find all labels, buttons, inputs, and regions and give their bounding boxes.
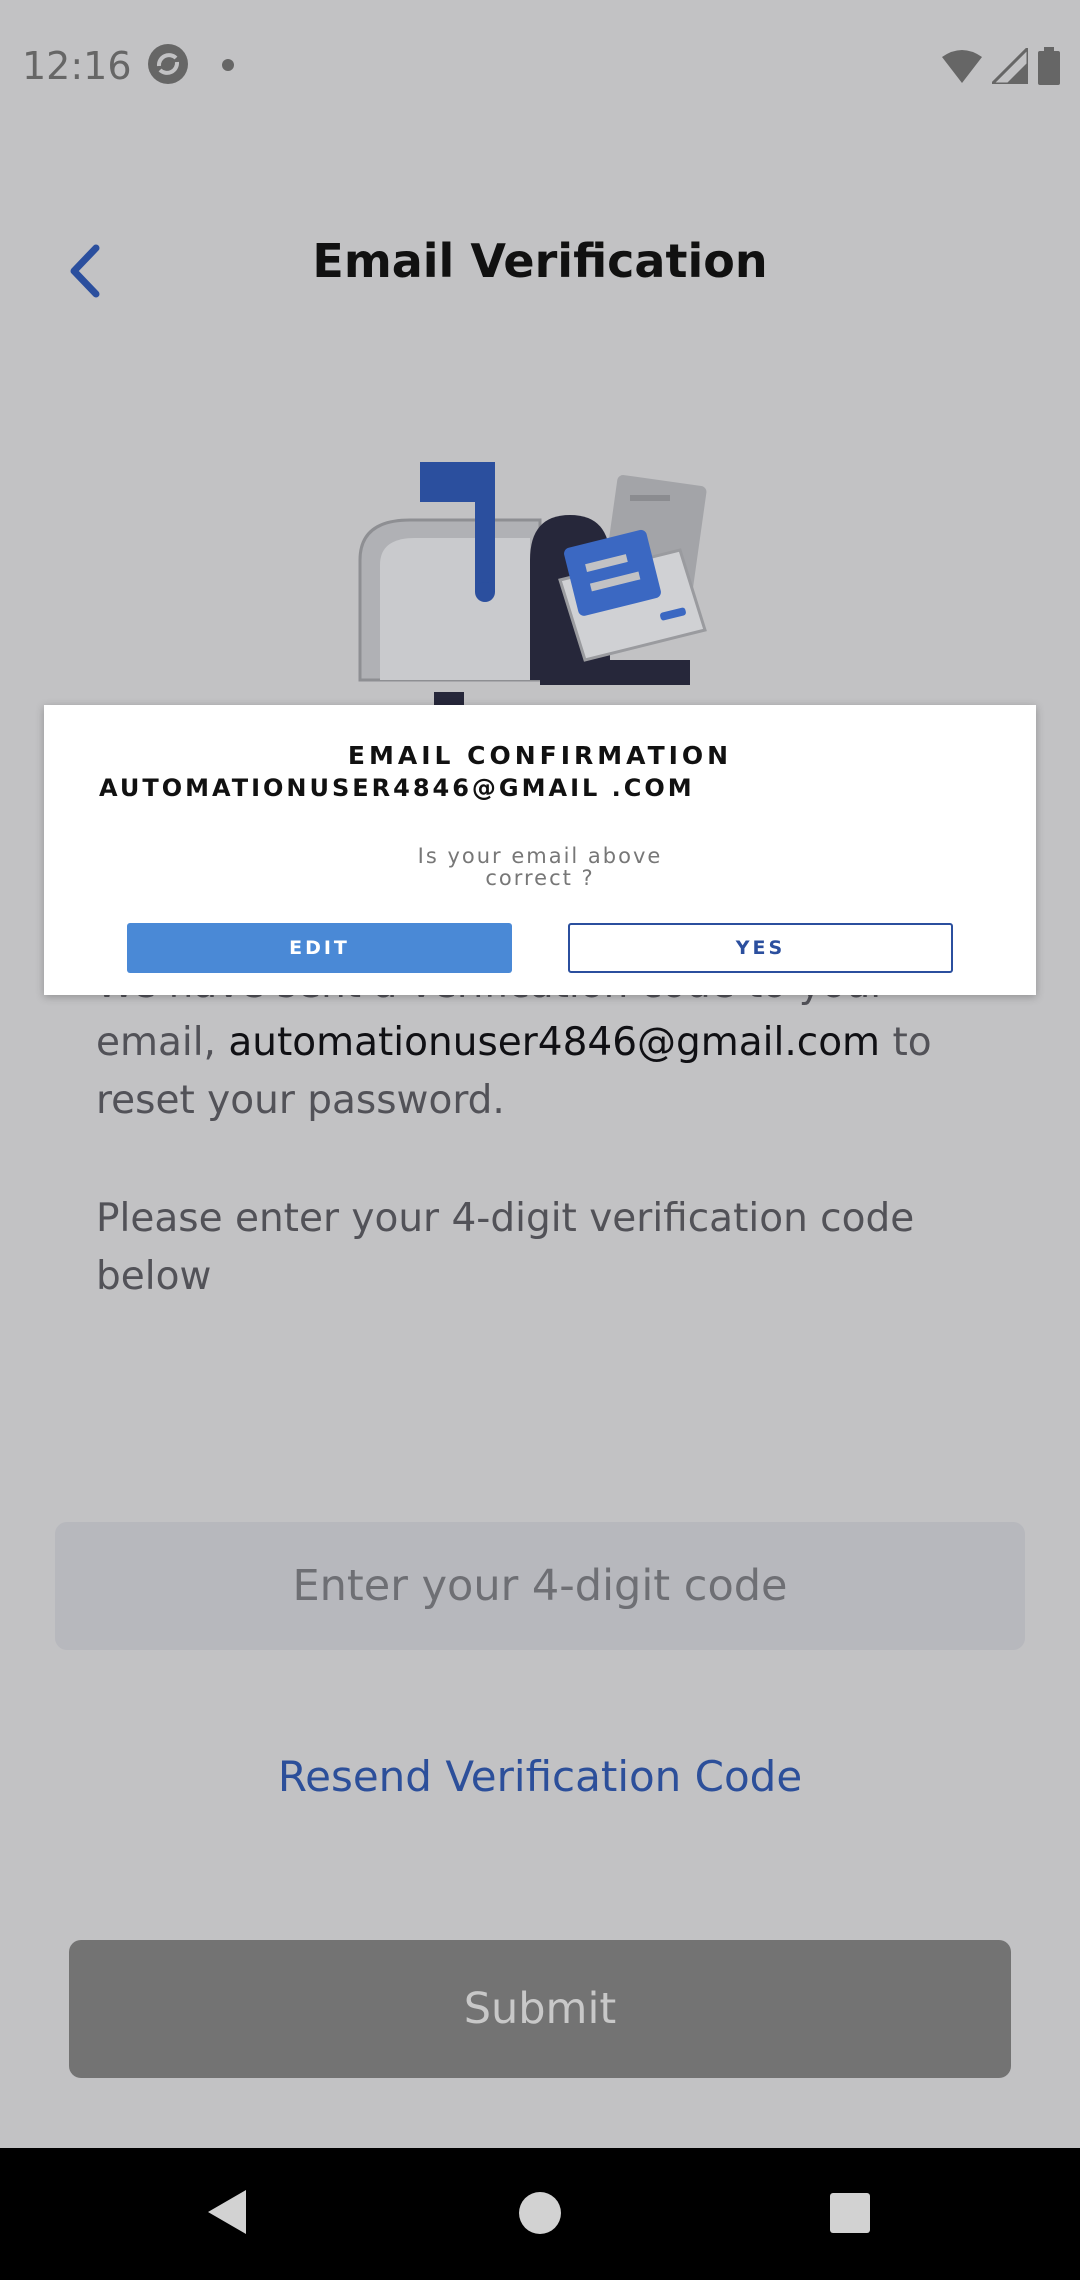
status-bar: 12:16 [0, 0, 1080, 134]
email-address: automationuser4846@gmail.com [228, 1020, 881, 1065]
notification-dot-icon [222, 59, 234, 71]
edit-button[interactable]: EDIT [127, 923, 512, 973]
submit-button[interactable]: Submit [69, 1940, 1011, 2078]
nav-recents-icon[interactable] [830, 2193, 870, 2233]
app-header: Email Verification [0, 220, 1080, 320]
dialog-question: Is your email above correct ? [44, 845, 1036, 889]
signal-icon [992, 48, 1028, 84]
dialog-question-text: Is your email above correct ? [417, 844, 663, 890]
verification-code-input[interactable]: Enter your 4-digit code [55, 1522, 1025, 1650]
dialog-title: EMAIL CONFIRMATION [347, 741, 733, 770]
nav-home-icon[interactable] [519, 2192, 561, 2234]
resend-code-link[interactable]: Resend Verification Code [0, 1752, 1080, 1801]
mailbox-illustration [358, 462, 707, 720]
sync-icon [148, 44, 188, 84]
status-time: 12:16 [22, 44, 132, 88]
code-instruction-text: Please enter your 4-digit verification c… [96, 1196, 915, 1299]
nav-back-icon[interactable] [204, 2188, 248, 2236]
dialog-email: AUTOMATIONUSER4846@GMAIL .COM [99, 774, 695, 802]
status-icons [942, 46, 1060, 86]
page-title: Email Verification [312, 234, 768, 288]
system-nav-bar [0, 2148, 1080, 2280]
wifi-icon [942, 50, 982, 83]
email-confirmation-dialog: EMAIL CONFIRMATION AUTOMATIONUSER4846@GM… [44, 705, 1036, 995]
battery-icon [1038, 47, 1060, 85]
yes-button[interactable]: YES [568, 923, 953, 973]
